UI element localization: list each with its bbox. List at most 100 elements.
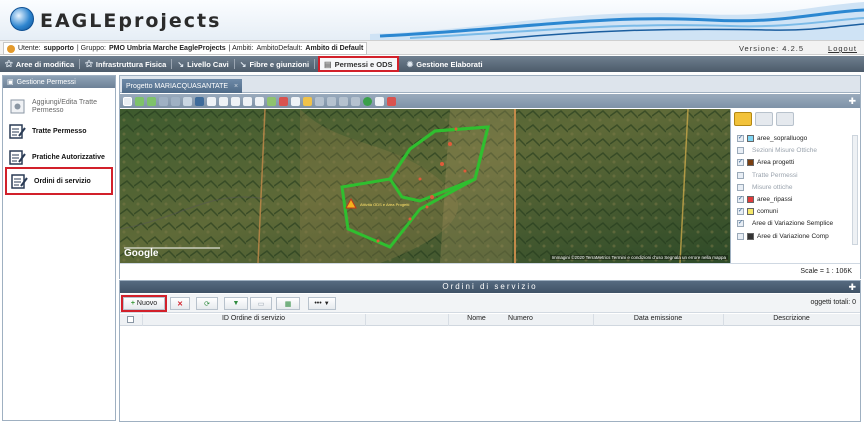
delete-icon: ✕ [177, 300, 183, 308]
layer-row[interactable]: ✓ Area progetti [737, 159, 794, 167]
polygon-icon[interactable] [327, 96, 336, 106]
layer-checkbox[interactable] [737, 171, 744, 179]
layer-label: Tratte Permessi [752, 171, 798, 179]
map-view[interactable]: Attività ODS e Area Progetti Google Imma… [120, 109, 730, 263]
layer-swatch-icon [747, 232, 754, 240]
layer-icon[interactable] [219, 96, 228, 106]
ambito-value: Ambito di Default [305, 45, 364, 52]
info-icon[interactable] [207, 96, 216, 106]
nav-livello-cavi[interactable]: ↘ Livello Cavi [172, 57, 233, 71]
globe-icon[interactable] [363, 96, 372, 106]
sidebar-item-ordini-di-servizio[interactable]: Ordini di servizio [5, 167, 113, 195]
search-icon[interactable] [231, 96, 240, 106]
layer-checkbox[interactable]: ✓ [737, 159, 744, 167]
export-button[interactable]: ▦ [276, 297, 300, 310]
select-icon[interactable] [195, 96, 204, 106]
more-menu-button[interactable]: ••• ▼ [308, 297, 336, 310]
filter-button[interactable]: ▼ [224, 297, 248, 310]
sidebar-item-pratiche-autorizzative[interactable]: Pratiche Autorizzative [9, 149, 105, 166]
column-id[interactable]: ID Ordine di servizio [142, 315, 365, 322]
edit-path-icon [9, 124, 26, 139]
layer-row[interactable]: Misure ottiche [737, 183, 793, 191]
nav-fibre-e-giunzioni[interactable]: ↘ Fibre e giunzioni [235, 57, 314, 71]
toolbox-icon: ▣ [7, 79, 14, 86]
layer-row[interactable]: Sezioni Misure Ottiche [737, 147, 817, 155]
zoom-in-icon[interactable] [135, 96, 144, 106]
sidebar-header: ▣ Gestione Permessi [3, 76, 115, 88]
print-icon[interactable] [375, 96, 384, 106]
new-button[interactable]: + Nuovo [121, 295, 167, 312]
layers-tab-icon[interactable] [734, 112, 752, 126]
snap-icon[interactable] [351, 96, 360, 106]
layer-row[interactable]: Aree di Variazione Comp [737, 232, 829, 240]
layer-checkbox[interactable] [737, 232, 744, 240]
layer-label: Misure ottiche [752, 183, 793, 191]
point-icon[interactable] [339, 96, 348, 106]
nav-gestione-elaborati[interactable]: ✹ Gestione Elaborati [402, 57, 488, 71]
expand-icon[interactable]: ✚ [848, 282, 856, 293]
version-label: Versione: 4.2.5 [738, 44, 804, 53]
layer-checkbox[interactable]: ✓ [737, 196, 744, 203]
sidebar: ▣ Gestione Permessi Aggiungi/Edita Tratt… [2, 75, 116, 421]
header-swoosh-decoration [370, 2, 864, 40]
line-icon[interactable] [315, 96, 324, 106]
tab-label: Progetto MARIACQUASANTATE [126, 82, 229, 90]
column-descrizione[interactable]: Descrizione [723, 315, 860, 322]
layer-label: Aree di Variazione Semplice [752, 220, 834, 228]
nav-permessi-e-ods[interactable]: ▤ Permessi e ODS [318, 56, 399, 72]
nav-infrastruttura-fisica[interactable]: ⚝ Infrastruttura Fisica [80, 57, 171, 71]
total-count: oggetti totali: 0 [810, 299, 856, 306]
cable-icon: ↘ [177, 59, 185, 69]
pdf-icon[interactable] [387, 96, 396, 106]
layer-row[interactable]: ✓ aree_sopralluogo [737, 135, 807, 142]
measure-icon[interactable] [171, 96, 180, 106]
layer-checkbox[interactable]: ✓ [737, 220, 744, 228]
layer-swatch-icon [747, 147, 749, 154]
close-icon[interactable]: × [234, 83, 238, 90]
expand-icon[interactable]: ✚ [848, 96, 856, 107]
nav-aree-di-modifica[interactable]: ⚝ Aree di modifica [0, 57, 79, 71]
grid-toolbar: + Nuovo ✕ ⟳ ▼ ▭ ▦ ••• ▼ oggetti totali: … [120, 294, 860, 313]
layer-checkbox[interactable]: ✓ [737, 135, 744, 142]
sidebar-item-label: Ordini di servizio [34, 177, 91, 185]
sidebar-item-aggiungi-edita[interactable]: Aggiungi/Edita Tratte Permesso [9, 98, 112, 115]
edit-icon[interactable] [291, 96, 300, 106]
delete-button[interactable]: ✕ [170, 297, 190, 310]
zoom-extent-icon[interactable] [255, 96, 264, 106]
select-all-checkbox[interactable] [127, 316, 134, 323]
logout-link[interactable]: Logout [828, 44, 857, 53]
legend-tab-icon[interactable] [755, 112, 773, 126]
new-button-label: Nuovo [136, 300, 158, 307]
app-logo: EAGLEprojects [40, 10, 222, 32]
group-name: PMO Umbria Marche EagleProjects [108, 45, 226, 52]
layer-swatch-icon [747, 208, 754, 216]
zoom-out-icon[interactable] [147, 96, 156, 106]
pointer-tool-icon[interactable] [123, 96, 132, 106]
grid-body[interactable] [120, 327, 860, 421]
highlight-icon[interactable] [303, 96, 312, 106]
user-info: Utente: supporto | Gruppo: PMO Umbria Ma… [3, 42, 368, 55]
zoom-box-icon[interactable] [243, 96, 252, 106]
column-data-emissione[interactable]: Data emissione [593, 315, 723, 322]
layer-checkbox[interactable] [737, 183, 744, 191]
pan-icon[interactable] [159, 96, 168, 106]
layer-checkbox[interactable] [737, 147, 744, 155]
layer-row[interactable]: ✓ aree_ripassi [737, 196, 792, 203]
layer-row[interactable]: Tratte Permessi [737, 171, 798, 179]
sidebar-item-label: Tratte Permesso [32, 128, 87, 135]
layer-row[interactable]: ✓ Aree di Variazione Semplice [737, 220, 834, 228]
refresh-button[interactable]: ⟳ [196, 297, 218, 310]
edit-tab-icon[interactable] [776, 112, 794, 126]
clear-filter-button[interactable]: ▭ [250, 297, 272, 310]
sidebar-item-label: Pratiche Autorizzative [32, 154, 105, 161]
layer-scrollbar[interactable] [852, 135, 858, 245]
layer-checkbox[interactable]: ✓ [737, 208, 744, 216]
refresh-icon[interactable] [267, 96, 276, 106]
clear-icon[interactable] [279, 96, 288, 106]
column-numero[interactable]: Numero [448, 315, 593, 322]
draw-icon[interactable] [183, 96, 192, 106]
layer-row[interactable]: ✓ comuni [737, 208, 778, 216]
tab-progetto[interactable]: Progetto MARIACQUASANTATE × [122, 79, 243, 93]
sidebar-item-tratte-permesso[interactable]: Tratte Permesso [9, 123, 86, 140]
grid-header: ID Ordine di servizio Nome Numero Data e… [120, 314, 860, 326]
